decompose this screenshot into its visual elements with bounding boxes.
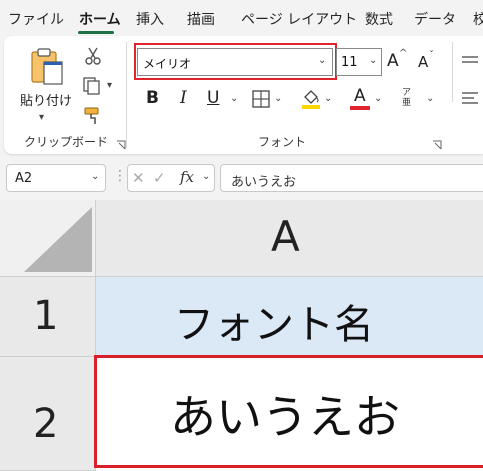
ribbon-panel: 貼り付け ▾ ▾ クリップボード メイリオ ⌄ 11 ⌄ A ^ A ˇ B I… <box>4 36 483 154</box>
shrink-font-caret-icon: ˇ <box>429 50 434 61</box>
row-header-2[interactable]: 2 <box>0 357 96 471</box>
name-box-dropdown-icon[interactable]: ⌄ <box>91 171 99 182</box>
tab-home[interactable]: ホーム <box>79 9 121 29</box>
font-size-combobox[interactable]: 11 ⌄ <box>336 48 382 76</box>
grow-font-button[interactable]: A <box>387 51 399 71</box>
copy-dropdown-icon[interactable]: ▾ <box>107 80 112 91</box>
font-color-dropdown-icon[interactable]: ⌄ <box>374 93 382 104</box>
column-header-label: A <box>271 212 300 261</box>
tab-page-layout[interactable]: ページ レイアウト <box>241 9 357 29</box>
cell-a1[interactable]: フォント名 <box>96 277 483 357</box>
clipboard-launcher-icon[interactable] <box>116 135 126 150</box>
group-divider <box>452 42 453 102</box>
borders-dropdown-icon[interactable]: ⌄ <box>274 93 282 104</box>
align-left-icon[interactable] <box>461 90 479 112</box>
fill-color-icon[interactable] <box>301 88 321 114</box>
phonetic-dropdown-icon[interactable]: ⌄ <box>426 93 434 104</box>
row-header-label: 2 <box>33 401 59 447</box>
row-header-label: 1 <box>33 293 59 339</box>
row-header-1[interactable]: 1 <box>0 277 96 357</box>
format-painter-icon[interactable] <box>83 106 103 130</box>
cell-a2-highlight <box>94 355 483 468</box>
formula-buttons: ✕ ✓ fx ⌄ <box>127 164 215 192</box>
ribbon-tabs: ファイル ホーム 挿入 描画 ページ レイアウト 数式 データ 校 <box>0 0 483 36</box>
column-header-a[interactable]: A <box>96 200 483 277</box>
align-top-icon[interactable] <box>461 54 479 73</box>
tab-draw[interactable]: 描画 <box>187 9 215 29</box>
enter-icon[interactable]: ✓ <box>153 169 166 187</box>
shrink-font-button[interactable]: A <box>418 53 428 71</box>
underline-dropdown-icon[interactable]: ⌄ <box>230 93 238 104</box>
phonetic-guide-button[interactable]: ア亜 <box>402 88 412 108</box>
font-color-icon[interactable]: A <box>350 86 370 110</box>
insert-function-dropdown-icon[interactable]: ⌄ <box>202 171 210 182</box>
underline-button[interactable]: U <box>207 88 219 108</box>
font-launcher-icon[interactable] <box>432 135 442 150</box>
borders-icon[interactable] <box>252 90 270 112</box>
italic-button[interactable]: I <box>180 88 187 108</box>
formula-input-value: あいうえお <box>231 175 297 190</box>
font-size-value: 11 <box>341 55 358 70</box>
cell-a1-value: フォント名 <box>174 302 374 348</box>
formula-bar-grip-icon: ⋮ <box>113 168 127 184</box>
group-divider <box>126 42 127 148</box>
tab-file[interactable]: ファイル <box>8 9 64 29</box>
paste-dropdown-icon[interactable]: ▾ <box>39 112 44 123</box>
font-color-letter: A <box>354 86 366 106</box>
grow-font-caret-icon: ^ <box>399 48 408 59</box>
fill-color-dropdown-icon[interactable]: ⌄ <box>324 93 332 104</box>
tab-data[interactable]: データ <box>414 9 456 29</box>
tab-review[interactable]: 校 <box>473 9 483 29</box>
font-color-swatch <box>350 106 370 110</box>
select-all-corner[interactable] <box>0 200 96 277</box>
paste-icon[interactable] <box>26 46 68 88</box>
active-tab-indicator <box>78 31 114 34</box>
cancel-icon[interactable]: ✕ <box>132 169 145 187</box>
insert-function-button[interactable]: fx <box>180 168 194 186</box>
font-name-highlight <box>134 43 337 80</box>
clipboard-group-label: クリップボード <box>24 135 109 149</box>
name-box-value: A2 <box>15 171 33 186</box>
cut-icon[interactable] <box>84 46 102 70</box>
copy-icon[interactable] <box>82 76 102 100</box>
tab-insert[interactable]: 挿入 <box>136 9 164 29</box>
tab-formulas[interactable]: 数式 <box>365 9 393 29</box>
name-box[interactable]: A2 ⌄ <box>6 164 106 192</box>
formula-input[interactable]: あいうえお <box>220 164 483 192</box>
paste-button-label[interactable]: 貼り付け <box>20 90 72 109</box>
font-size-dropdown-icon[interactable]: ⌄ <box>369 55 377 66</box>
font-group-label: フォント <box>258 135 307 149</box>
bold-button[interactable]: B <box>146 88 159 108</box>
